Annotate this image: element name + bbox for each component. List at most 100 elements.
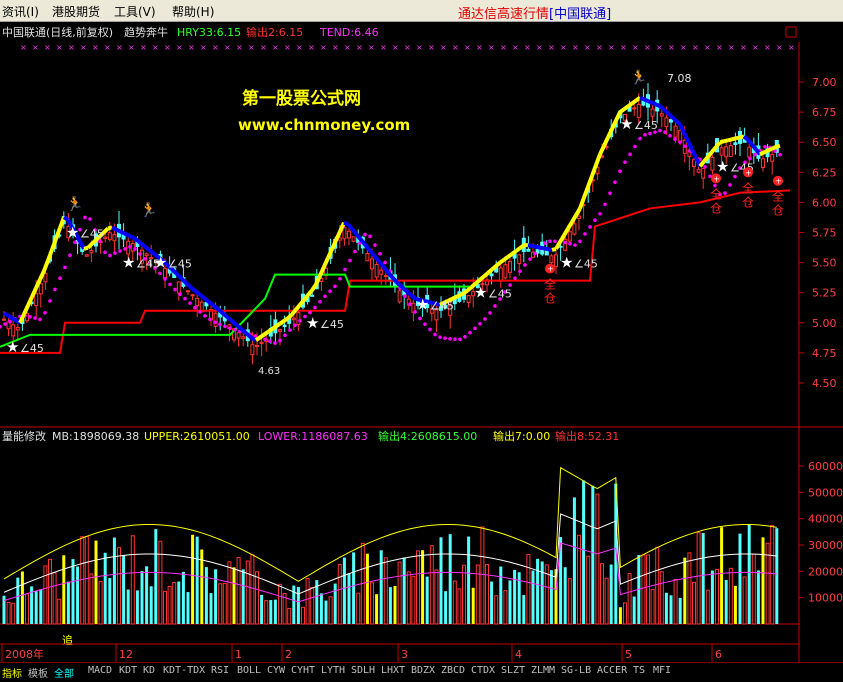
volume-bar <box>104 553 107 624</box>
candle-body <box>748 147 751 157</box>
marker-cross: × <box>500 43 507 52</box>
tab--[interactable]: 全部 <box>54 665 74 680</box>
trend-segment <box>728 139 732 140</box>
trend-dot <box>383 261 387 265</box>
menu-item-info[interactable]: 资讯(I) <box>2 3 39 20</box>
trend-dot <box>38 318 42 322</box>
tab-macd[interactable]: MACD <box>88 665 112 676</box>
trend-dot <box>58 276 62 280</box>
tab-cyw[interactable]: CYW <box>267 665 285 676</box>
trend-segment <box>396 282 400 286</box>
trend-dot <box>493 304 497 308</box>
trend-segment <box>492 266 496 269</box>
trend-dot <box>373 243 377 247</box>
trend-dot <box>423 322 427 326</box>
stock-chart[interactable]: 中国联通(日线,前复权) 趋势奔牛 HRY33:6.15 输出2:6.15 TE… <box>0 22 843 662</box>
menu-item-hk-futures[interactable]: 港股期货 <box>52 3 100 20</box>
tab-slzt[interactable]: SLZT <box>501 665 525 676</box>
volume-bar <box>610 565 613 624</box>
trend-dot <box>273 341 277 345</box>
marker-cross: × <box>32 43 39 52</box>
candle-body <box>734 143 737 145</box>
tab-lhxt[interactable]: LHXT <box>381 665 405 676</box>
tab-ctdx[interactable]: CTDX <box>471 665 495 676</box>
angle-label: ∠45 <box>574 258 598 271</box>
menu-item-help[interactable]: 帮助(H) <box>172 3 214 20</box>
marker-cross: × <box>692 43 699 52</box>
candle-body <box>375 265 378 277</box>
tab-kdt[interactable]: KDT <box>119 665 137 676</box>
trend-segment <box>228 318 232 321</box>
plus-icon: + <box>775 177 782 186</box>
marker-cross: × <box>668 43 675 52</box>
candle-body <box>729 146 732 157</box>
trend-dot <box>643 133 647 137</box>
volume-bar <box>274 600 277 624</box>
trend-segment <box>544 248 548 249</box>
volume-bar <box>136 590 139 624</box>
marker-cross: × <box>452 43 459 52</box>
menu-item-tools[interactable]: 工具(V) <box>114 3 156 20</box>
time-tick-label: 2 <box>285 648 292 661</box>
volume-bar <box>734 586 737 624</box>
star-icon: ★ <box>716 157 729 175</box>
volume-bar <box>440 537 443 624</box>
volume-bar <box>343 558 346 624</box>
marker-cross: × <box>380 43 387 52</box>
volume-bar <box>739 534 742 624</box>
volume-bar <box>651 589 654 624</box>
marker-cross: × <box>776 43 783 52</box>
volume-bar <box>633 597 636 624</box>
tab-ts[interactable]: TS <box>633 665 645 676</box>
marker-cross: × <box>512 43 519 52</box>
volume-bar <box>568 579 571 624</box>
trend-dot <box>103 250 107 254</box>
trend-segment <box>224 314 228 317</box>
runner-icon: 🏃 <box>140 201 157 218</box>
candle-body <box>108 233 111 240</box>
volume-bar <box>164 591 167 624</box>
volume-bar <box>187 592 190 624</box>
tab-rsi[interactable]: RSI <box>211 665 229 676</box>
price-tick-label: 4.75 <box>812 347 837 360</box>
trend-segment <box>772 147 776 149</box>
tab-zlmm[interactable]: ZLMM <box>531 665 555 676</box>
trend-dot <box>568 242 572 246</box>
trend-dot <box>748 157 752 161</box>
tab-mfi[interactable]: MFI <box>653 665 671 676</box>
trend-segment <box>108 227 112 228</box>
tab--[interactable]: 模板 <box>28 665 48 680</box>
tab-lyth[interactable]: LYTH <box>321 665 345 676</box>
trend-dot <box>478 322 482 326</box>
marker-cross: × <box>260 43 267 52</box>
candle-body <box>720 148 723 155</box>
candle-body <box>504 265 507 278</box>
tab-sg-lb[interactable]: SG-LB <box>561 665 591 676</box>
tab-zbcd[interactable]: ZBCD <box>441 665 465 676</box>
trend-dot <box>593 218 597 222</box>
tab-accer[interactable]: ACCER <box>597 665 627 676</box>
tab-bdzx[interactable]: BDZX <box>411 665 435 676</box>
price-tick-label: 5.75 <box>812 227 837 240</box>
candle-body <box>637 105 640 118</box>
tab-kdt-tdx[interactable]: KDT-TDX <box>163 665 205 676</box>
star-icon: ★ <box>560 254 573 272</box>
tab-boll[interactable]: BOLL <box>237 665 261 676</box>
marker-cross: × <box>404 43 411 52</box>
trend-dot <box>43 311 47 315</box>
volume-bar <box>660 572 663 624</box>
trend-segment <box>508 254 512 257</box>
marker-cross: × <box>392 43 399 52</box>
tab-sdlh[interactable]: SDLH <box>351 665 375 676</box>
trend-segment <box>12 318 16 320</box>
marker-cross: × <box>56 43 63 52</box>
trend-segment <box>652 103 656 105</box>
trend-segment <box>480 276 484 279</box>
tab--[interactable]: 指标 <box>2 665 22 680</box>
price-tick-label: 4.50 <box>812 377 837 390</box>
candle-body <box>12 325 15 336</box>
volume-bar <box>389 587 392 624</box>
tab-cyht[interactable]: CYHT <box>291 665 315 676</box>
tab-kd[interactable]: KD <box>143 665 155 676</box>
trend-segment <box>212 304 216 307</box>
